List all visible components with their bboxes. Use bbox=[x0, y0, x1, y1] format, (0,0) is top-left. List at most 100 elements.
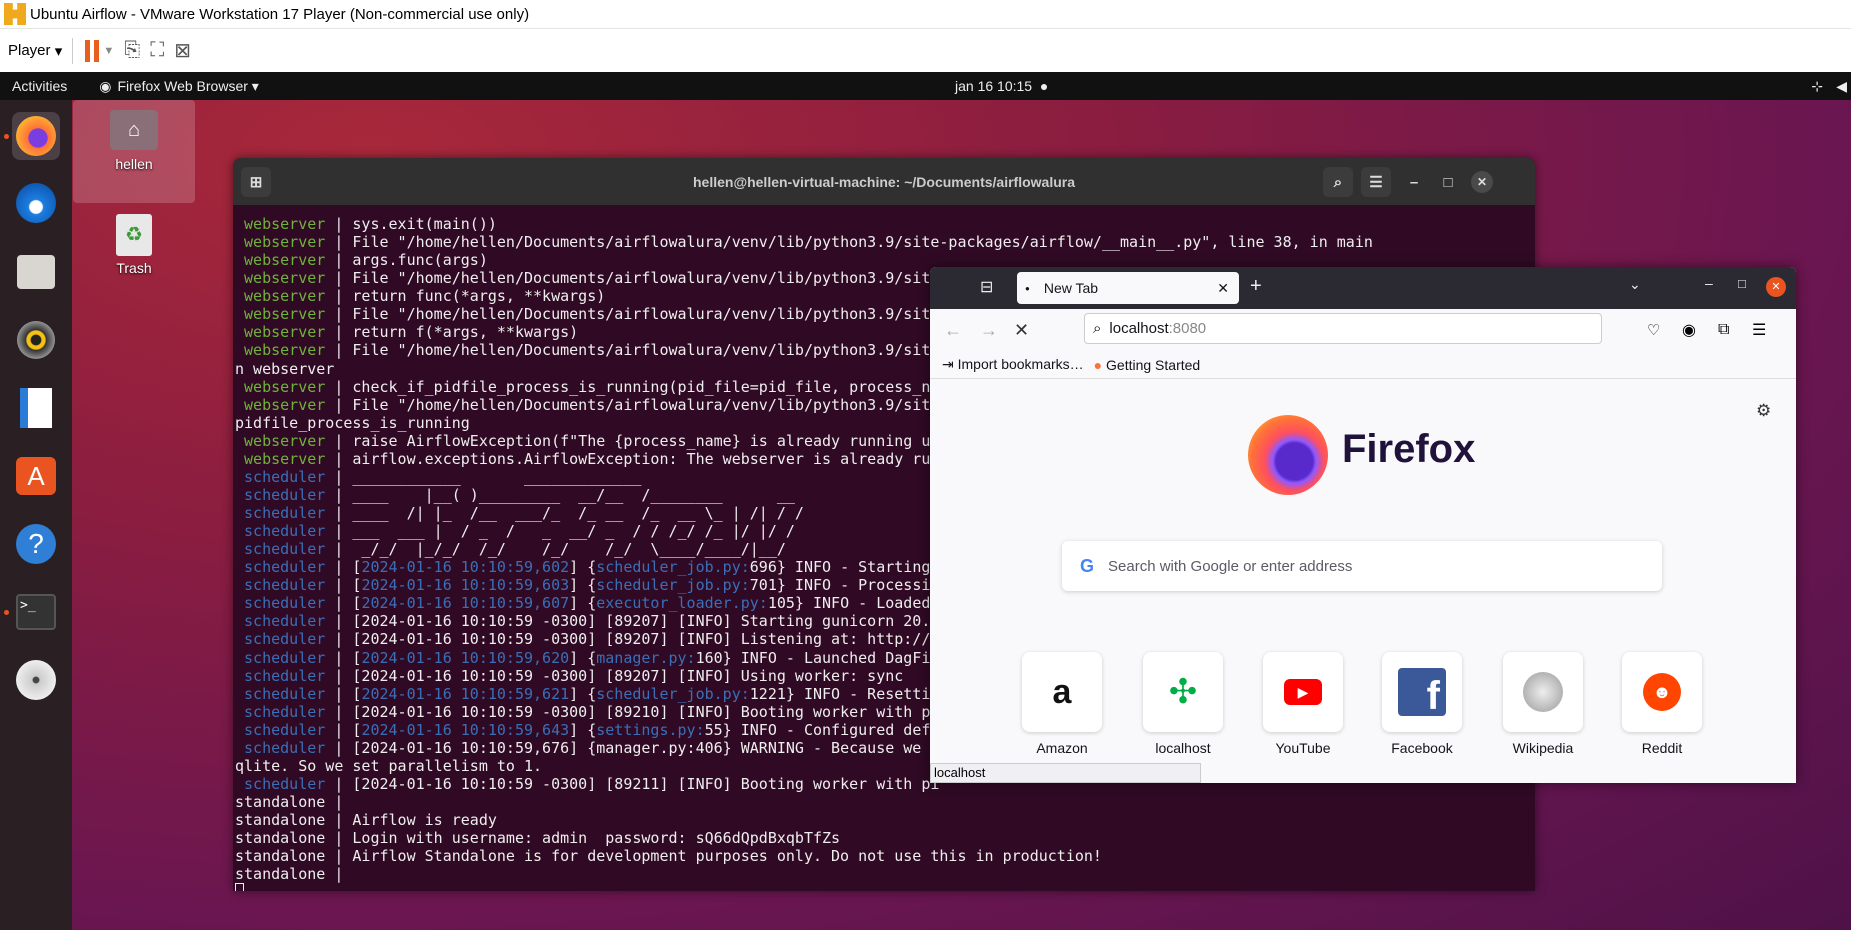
trash-icon: ♻ bbox=[116, 214, 152, 256]
unity-icon[interactable]: ⊠ bbox=[174, 36, 191, 66]
terminal-text: | airflow.exceptions.AirflowException: T… bbox=[325, 449, 931, 468]
terminal-text: | sys.exit(main()) bbox=[325, 215, 497, 233]
terminal-text: | File "/home/hellen/Documents/airflowal… bbox=[325, 341, 940, 360]
shortcut-reddit[interactable]: ☻ bbox=[1622, 652, 1702, 732]
terminal-text: | [ bbox=[325, 648, 362, 667]
bookmark-getting-started[interactable]: ● Getting Started bbox=[1094, 357, 1201, 373]
terminal-text: ] { bbox=[569, 684, 597, 703]
files-icon[interactable] bbox=[12, 248, 60, 296]
airflow-icon: ✣ bbox=[1168, 673, 1198, 711]
bookmark-label: Getting Started bbox=[1106, 356, 1201, 373]
terminal-text: standalone | bbox=[235, 865, 344, 884]
player-menu[interactable]: Player ▾ bbox=[8, 36, 62, 66]
new-tab-button[interactable]: + bbox=[1250, 275, 1262, 298]
terminal-text: 701} INFO - Processin bbox=[749, 576, 940, 595]
shortcut-facebook[interactable]: f bbox=[1382, 652, 1462, 732]
terminal-text: ] { bbox=[569, 720, 597, 739]
terminal-text: standalone | Airflow Standalone is for d… bbox=[235, 847, 1102, 866]
extensions-icon[interactable]: ⧉ bbox=[1718, 321, 1729, 339]
terminal-text: webserver bbox=[235, 377, 326, 396]
terminal-text: | return func(*args, **kwargs) bbox=[325, 287, 606, 306]
fullscreen-icon[interactable]: ⛶ bbox=[150, 36, 164, 66]
app-center-icon[interactable]: A bbox=[12, 452, 60, 500]
terminal-text: ] { bbox=[569, 648, 597, 667]
pause-button[interactable]: ▼ bbox=[85, 36, 114, 66]
forward-icon[interactable]: → bbox=[980, 320, 998, 341]
terminal-text: | _/_/ |_/_/ /_/ /_/ /_/ \____/____/|__/ bbox=[325, 540, 786, 559]
firefox-view-icon[interactable]: ⊟ bbox=[980, 277, 993, 297]
menu-icon[interactable]: ☰ bbox=[1752, 320, 1766, 340]
help-icon[interactable]: ? bbox=[12, 520, 60, 568]
bookmark-import[interactable]: ⇥ Import bookmarks… bbox=[942, 356, 1084, 373]
terminal-text: | [2024-01-16 10:10:59 -0300] [89210] [I… bbox=[325, 702, 940, 721]
firefox-wordmark: Firefox bbox=[1342, 427, 1476, 471]
send-ctrl-alt-del-icon[interactable]: ⎘ bbox=[124, 36, 140, 66]
maximize-icon[interactable]: □ bbox=[1738, 276, 1746, 291]
terminal-text: scheduler bbox=[235, 738, 326, 757]
terminal-icon[interactable]: >_ bbox=[12, 588, 60, 636]
google-icon: G bbox=[1080, 555, 1095, 576]
loading-dot-icon: ● bbox=[1025, 283, 1030, 293]
back-icon[interactable]: ← bbox=[944, 320, 962, 341]
firefox-window: ⊟ ● New Tab ✕ + ⌄ – □ ✕ ← → ✕ ⌕ localhos… bbox=[930, 267, 1796, 783]
trash-label: Trash bbox=[116, 260, 152, 276]
close-icon[interactable]: ✕ bbox=[1766, 277, 1786, 297]
terminal-text: 2024-01-16 10:10:59,602 bbox=[361, 558, 570, 577]
dock: A ? >_ bbox=[0, 100, 72, 930]
activities-button[interactable]: Activities bbox=[12, 78, 67, 94]
terminal-text: | ___ ___ | / _ / _ __/ _ / / /_/ /_ |/ … bbox=[325, 522, 795, 541]
volume-icon[interactable]: ◀ bbox=[1836, 78, 1847, 95]
menu-icon[interactable]: ☰ bbox=[1361, 167, 1391, 197]
desktop-icon-trash[interactable]: ♻ Trash bbox=[73, 210, 195, 280]
clock[interactable]: jan 16 10:15 ● bbox=[955, 78, 1048, 94]
shortcut-wikipedia[interactable] bbox=[1503, 652, 1583, 732]
terminal-header: ⊞ hellen@hellen-virtual-machine: ~/Docum… bbox=[233, 158, 1535, 205]
close-tab-icon[interactable]: ✕ bbox=[1217, 280, 1229, 297]
search-icon[interactable]: ⌕ bbox=[1323, 167, 1353, 197]
terminal-text: 1221} INFO - Resettin bbox=[749, 684, 940, 703]
wikipedia-icon bbox=[1523, 672, 1563, 712]
vmware-title-bar: Ubuntu Airflow - VMware Workstation 17 P… bbox=[0, 0, 1851, 29]
stop-icon[interactable]: ✕ bbox=[1014, 320, 1029, 341]
terminal-text: n webserver bbox=[235, 359, 335, 378]
settings-gear-icon[interactable]: ⚙ bbox=[1756, 401, 1771, 421]
terminal-text: webserver bbox=[235, 323, 326, 342]
shortcut-localhost[interactable]: ✣ bbox=[1143, 652, 1223, 732]
desktop-icon-home[interactable]: ⌂ hellen bbox=[73, 100, 195, 203]
firefox-small-icon: ● bbox=[1093, 356, 1103, 373]
terminal-text: settings.py: bbox=[596, 720, 705, 739]
terminal-text: 2024-01-16 10:10:59,620 bbox=[361, 648, 570, 667]
thunderbird-icon[interactable] bbox=[12, 179, 60, 227]
new-tab-icon[interactable]: ⊞ bbox=[241, 167, 271, 197]
url-bar[interactable]: ⌕ localhost:8080 bbox=[1084, 313, 1602, 344]
terminal-text: standalone | Login with username: admin … bbox=[235, 829, 841, 848]
pocket-icon[interactable]: ♡ bbox=[1647, 321, 1660, 339]
close-icon[interactable]: ✕ bbox=[1471, 171, 1493, 193]
shortcut-youtube[interactable]: ▶ bbox=[1263, 652, 1343, 732]
terminal-text: scheduler bbox=[235, 485, 326, 504]
url-host: localhost bbox=[1109, 320, 1169, 337]
terminal-text: scheduler bbox=[235, 612, 326, 631]
shortcut-label: Wikipedia bbox=[1512, 740, 1574, 756]
terminal-text: ] { bbox=[569, 594, 597, 613]
account-icon[interactable]: ◉ bbox=[1682, 320, 1696, 340]
running-indicator bbox=[4, 134, 9, 139]
shortcut-amazon[interactable]: a bbox=[1022, 652, 1102, 732]
app-menu[interactable]: ◉ Firefox Web Browser ▾ bbox=[99, 78, 259, 95]
list-tabs-icon[interactable]: ⌄ bbox=[1629, 276, 1641, 293]
writer-icon[interactable] bbox=[12, 384, 60, 432]
window-title: Ubuntu Airflow - VMware Workstation 17 P… bbox=[30, 5, 530, 23]
minimize-icon[interactable]: – bbox=[1705, 275, 1713, 291]
tab-new-tab[interactable]: ● New Tab ✕ bbox=[1017, 272, 1239, 304]
rhythmbox-icon[interactable] bbox=[12, 316, 60, 364]
firefox-icon[interactable] bbox=[12, 112, 60, 160]
shortcut-label: localhost bbox=[1155, 740, 1211, 756]
network-icon[interactable]: ⊹ bbox=[1811, 78, 1823, 95]
minimize-icon[interactable]: – bbox=[1399, 167, 1429, 197]
terminal-text: 2024-01-16 10:10:59,621 bbox=[361, 684, 570, 703]
terminal-text: scheduler bbox=[235, 558, 326, 577]
dvd-icon[interactable] bbox=[12, 656, 60, 704]
maximize-icon[interactable]: □ bbox=[1433, 167, 1463, 197]
terminal-cursor bbox=[235, 883, 244, 891]
search-box[interactable]: G Search with Google or enter address bbox=[1062, 541, 1662, 591]
